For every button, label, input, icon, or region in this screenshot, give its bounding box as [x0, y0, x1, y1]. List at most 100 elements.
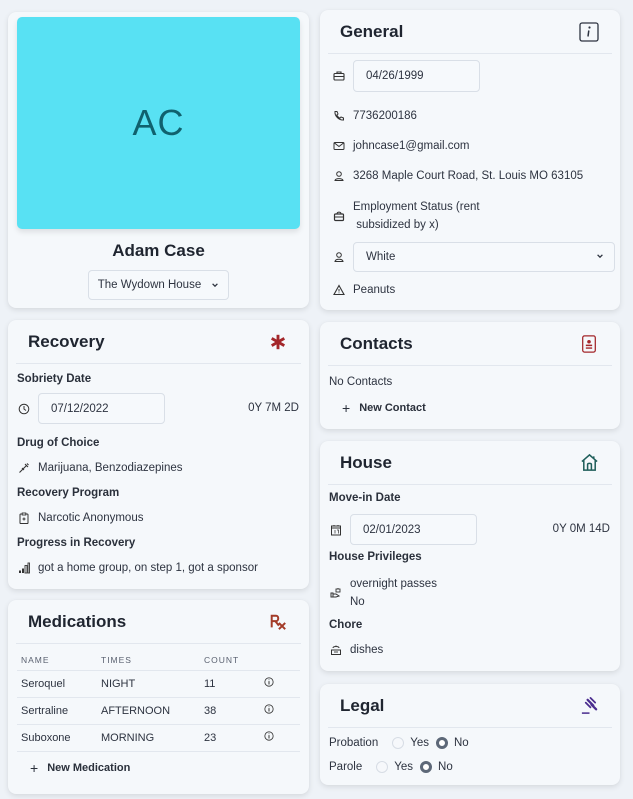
progress-label: Progress in Recovery — [17, 537, 136, 549]
move-in-date-input[interactable]: 02/01/2023 — [350, 514, 477, 545]
birth-date-input[interactable]: 04/26/1999 — [353, 60, 480, 92]
phone-icon — [332, 109, 346, 123]
plus-icon: + — [30, 760, 39, 776]
recovery-program-value: Narcotic Anonymous — [38, 512, 144, 524]
chore-value: dishes — [350, 644, 384, 656]
medication-times: MORNING — [101, 723, 204, 752]
general-card: General 04/26/1999 7736200186 johncase1@… — [320, 10, 620, 310]
new-contact-label: New Contact — [359, 402, 426, 414]
column-header-actions — [264, 650, 300, 670]
medication-name: Sertraline — [17, 696, 101, 724]
avatar-initials: AC — [132, 102, 185, 143]
info-circle-icon[interactable] — [264, 704, 274, 717]
probation-no-label: No — [454, 737, 469, 749]
move-in-date-label: Move-in Date — [329, 492, 401, 504]
medications-header-row: NAME TIMES COUNT — [17, 650, 300, 670]
medication-name: Suboxone — [17, 723, 101, 752]
house-select-value: The Wydown House — [97, 279, 202, 291]
contact-card-icon — [578, 333, 600, 355]
asterisk-icon — [267, 331, 289, 353]
home-icon — [578, 452, 600, 474]
drug-of-choice-label: Drug of Choice — [17, 437, 100, 449]
probation-no-radio[interactable] — [436, 737, 448, 749]
medications-title: Medications — [28, 611, 127, 631]
medication-count: 11 — [204, 669, 264, 697]
contacts-card: Contacts No Contacts + New Contact — [320, 322, 620, 429]
drug-of-choice-value: Marijuana, Benzodiazepines — [38, 462, 183, 474]
progress-value: got a home group, on step 1, got a spons… — [38, 562, 258, 574]
medications-card: Medications NAME TIMES COUNT Seroquel NI… — [8, 600, 309, 794]
table-row[interactable]: Suboxone MORNING 23 — [17, 723, 300, 752]
probation-row: Probation Yes No — [329, 737, 469, 749]
location-person-icon — [332, 169, 346, 183]
house-select[interactable]: The Wydown House — [88, 270, 229, 300]
clipboard-icon — [17, 511, 31, 525]
sobriety-date-input[interactable]: 07/12/2022 — [38, 393, 165, 424]
parole-no-label: No — [438, 761, 453, 773]
rx-icon — [267, 611, 289, 633]
address-value: 3268 Maple Court Road, St. Louis MO 6310… — [353, 170, 584, 182]
plus-icon: + — [342, 400, 351, 416]
column-header-name: NAME — [21, 654, 50, 665]
house-privileges-label: House Privileges — [329, 551, 422, 563]
employment-line-2: subsidized by x) — [353, 219, 439, 231]
general-title: General — [340, 21, 404, 41]
parole-no-radio[interactable] — [420, 761, 433, 773]
info-circle-icon[interactable] — [264, 677, 274, 690]
medication-count: 38 — [204, 696, 264, 724]
info-icon[interactable] — [578, 21, 600, 43]
parole-label: Parole — [329, 761, 363, 773]
new-contact-button[interactable]: + New Contact — [342, 400, 426, 416]
privilege-name: overnight passes — [350, 578, 437, 590]
medication-times: AFTERNOON — [101, 696, 204, 724]
house-title: House — [340, 452, 392, 472]
privilege-value: No — [350, 596, 365, 608]
chevron-down-icon — [596, 251, 604, 263]
medication-name: Seroquel — [17, 669, 101, 697]
column-header-times: TIMES — [101, 654, 132, 665]
legal-title: Legal — [340, 695, 385, 715]
column-header-count: COUNT — [204, 654, 240, 665]
clock-icon — [17, 402, 31, 416]
warning-icon — [332, 283, 346, 297]
syringe-icon — [17, 461, 31, 475]
probation-yes-label: Yes — [410, 737, 429, 749]
recovery-program-label: Recovery Program — [17, 487, 120, 499]
table-row[interactable]: Seroquel NIGHT 11 — [17, 669, 300, 697]
email-value: johncase1@gmail.com — [353, 140, 470, 152]
phone-value: 7736200186 — [353, 110, 417, 122]
probation-label: Probation — [329, 737, 379, 749]
person-icon — [332, 250, 346, 264]
new-medication-label: New Medication — [47, 762, 131, 774]
gavel-icon — [578, 695, 600, 717]
sink-icon — [329, 643, 343, 657]
no-contacts-text: No Contacts — [329, 376, 393, 388]
contacts-title: Contacts — [340, 333, 413, 353]
house-card: House Move-in Date 02/01/2023 0Y 0M 14D … — [320, 441, 620, 671]
signal-bars-icon — [17, 561, 31, 575]
employment-line-1: Employment Status (rent — [353, 201, 480, 213]
probation-yes-radio[interactable] — [392, 737, 405, 749]
briefcase-icon — [332, 69, 346, 83]
new-medication-button[interactable]: + New Medication — [30, 760, 130, 776]
recovery-title: Recovery — [28, 331, 105, 351]
parole-yes-radio[interactable] — [376, 761, 389, 773]
sobriety-date-label: Sobriety Date — [17, 373, 92, 385]
profile-card: AC Adam Case The Wydown House — [8, 12, 309, 308]
info-circle-icon[interactable] — [264, 731, 274, 744]
move-in-duration: 0Y 0M 14D — [552, 523, 610, 535]
chevron-down-icon — [211, 281, 219, 289]
mail-icon — [332, 139, 346, 153]
avatar: AC — [17, 17, 300, 229]
race-select-value: White — [366, 251, 396, 263]
medications-table: NAME TIMES COUNT Seroquel NIGHT 11 Sertr… — [17, 650, 300, 752]
chore-label: Chore — [329, 619, 363, 631]
parole-yes-label: Yes — [394, 761, 414, 773]
race-select[interactable]: White — [353, 242, 615, 272]
recovery-card: Recovery Sobriety Date 07/12/2022 0Y 7M … — [8, 320, 309, 589]
parole-row: Parole Yes No — [329, 761, 453, 773]
profile-name: Adam Case — [112, 241, 205, 260]
work-bag-icon — [332, 209, 346, 223]
table-row[interactable]: Sertraline AFTERNOON 38 — [17, 696, 300, 724]
calendar-icon — [329, 523, 343, 537]
